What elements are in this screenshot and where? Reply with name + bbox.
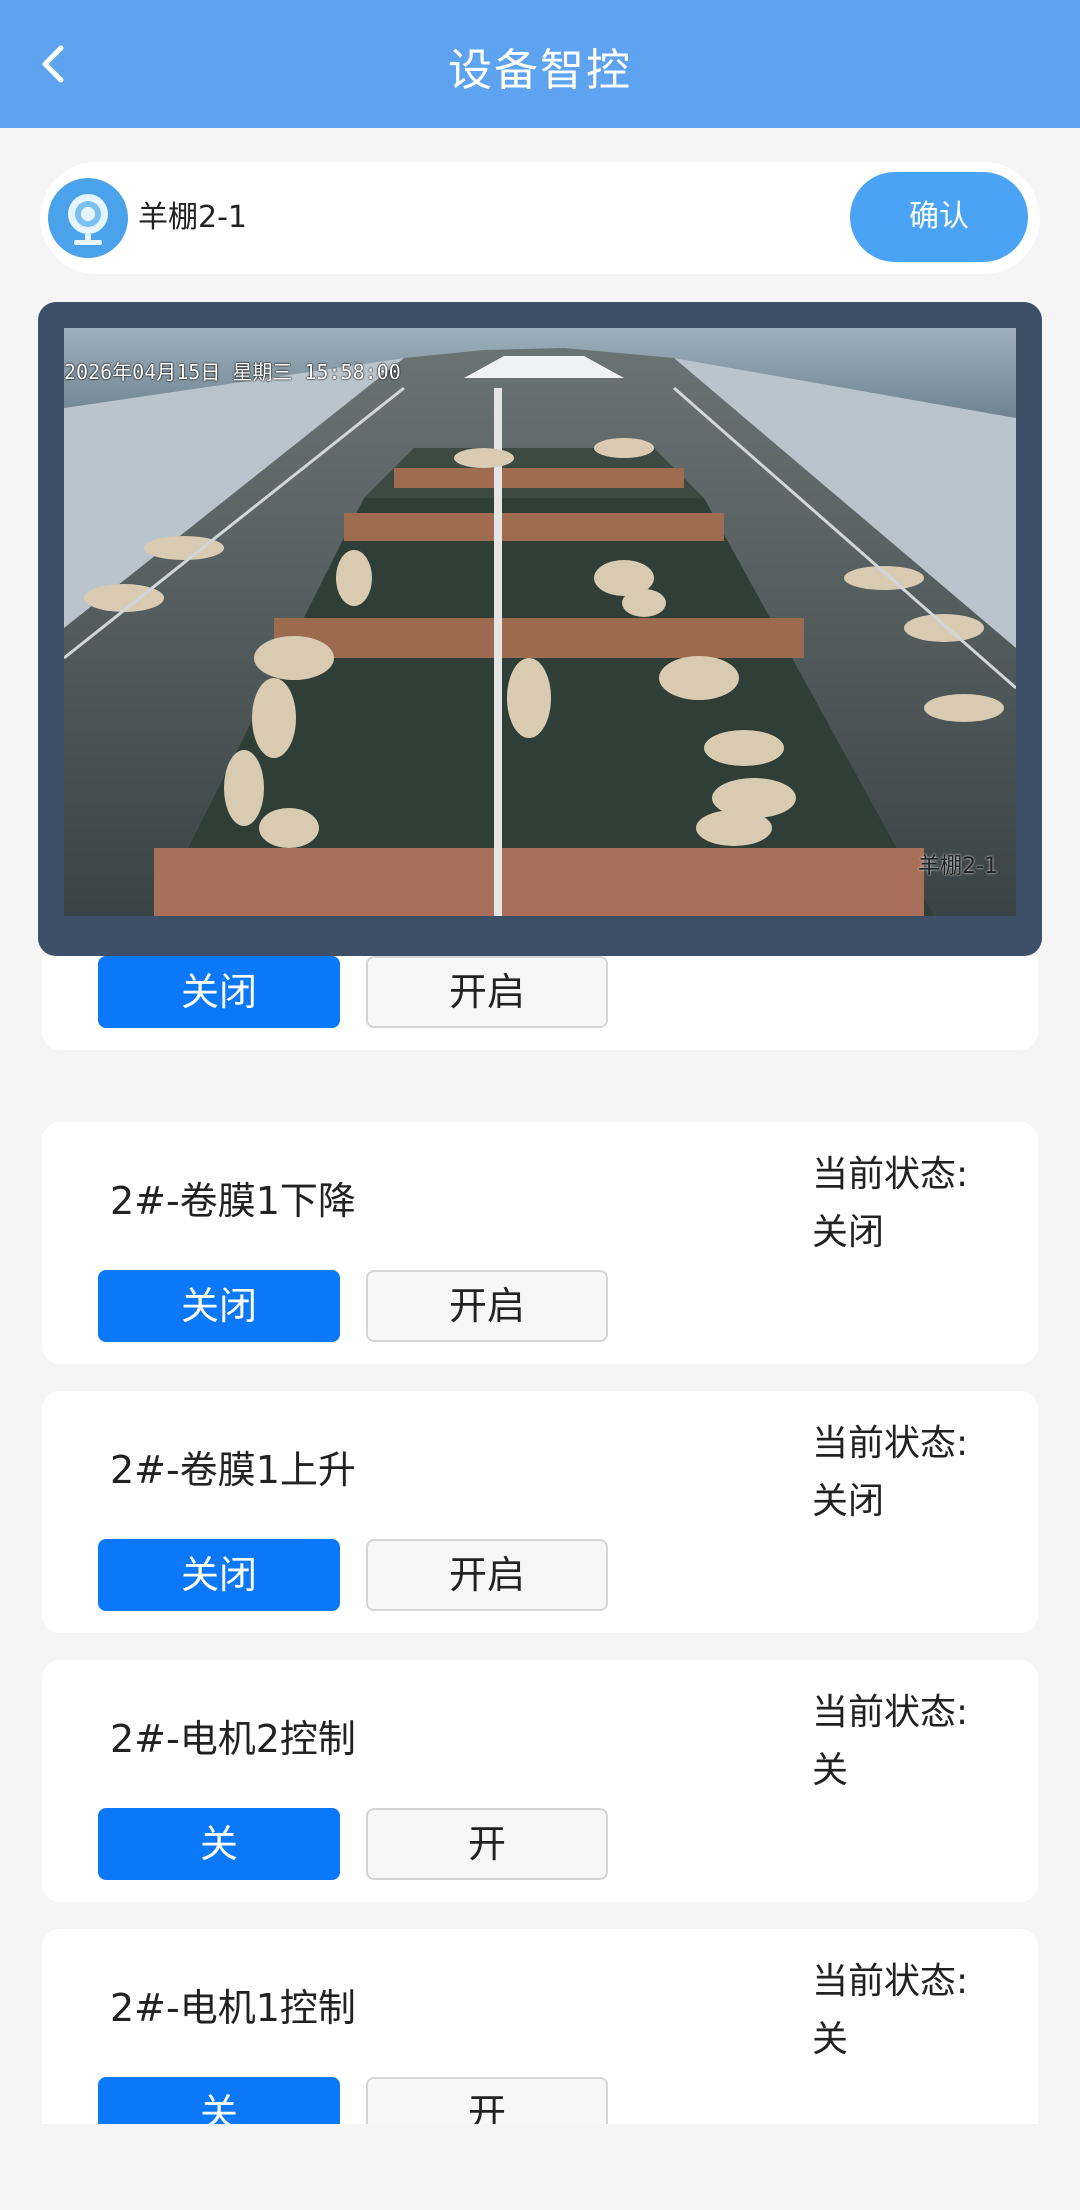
control-card: 2#-卷膜1上升 当前状态: 关闭 关闭 开启 xyxy=(42,1391,1038,1633)
app-header: 设备智控 xyxy=(0,0,1080,128)
video-timestamp: 2026年04月15日 星期三 15:58:00 xyxy=(64,360,401,384)
status-label: 当前状态: xyxy=(812,1961,969,2002)
video-channel-label: 羊棚2-1 xyxy=(918,854,998,879)
off-button[interactable]: 关 xyxy=(98,2077,340,2124)
control-name: 2#-电机2控制 xyxy=(110,1717,356,1761)
on-button[interactable]: 开 xyxy=(366,2077,608,2124)
on-button[interactable]: 开 xyxy=(366,1808,608,1880)
status-value: 关 xyxy=(812,2019,849,2060)
camera-icon xyxy=(48,178,128,258)
control-card: 关闭 开启 xyxy=(42,956,1038,1050)
status-label: 当前状态: xyxy=(812,1154,969,1195)
status-value: 关 xyxy=(812,1750,849,1791)
status-label: 当前状态: xyxy=(812,1423,969,1464)
control-name: 2#-卷膜1上升 xyxy=(110,1448,356,1492)
control-name: 2#-卷膜1下降 xyxy=(110,1179,356,1223)
on-button[interactable]: 开启 xyxy=(366,1539,608,1611)
off-button[interactable]: 关闭 xyxy=(98,1270,340,1342)
status-value: 关闭 xyxy=(812,1481,885,1522)
status-value: 关闭 xyxy=(812,1212,885,1253)
control-card: 2#-电机1控制 当前状态: 关 关 开 xyxy=(42,1929,1038,2124)
on-button[interactable]: 开启 xyxy=(366,1270,608,1342)
control-card: 2#-电机2控制 当前状态: 关 关 开 xyxy=(42,1660,1038,1902)
camera-feed: 2026年04月15日 星期三 15:58:00 羊棚2-1 xyxy=(64,328,1016,916)
status-label: 当前状态: xyxy=(812,1692,969,1733)
on-button[interactable]: 开启 xyxy=(366,956,608,1028)
off-button[interactable]: 关闭 xyxy=(98,956,340,1028)
device-name: 羊棚2-1 xyxy=(138,200,247,235)
control-list[interactable]: 关闭 开启 2#-卷膜1下降 当前状态: 关闭 关闭 开启 2#-卷膜1上升 当… xyxy=(0,956,1080,2124)
confirm-button[interactable]: 确认 xyxy=(850,172,1028,262)
page-title: 设备智控 xyxy=(448,45,632,96)
control-card: 2#-卷膜1下降 当前状态: 关闭 关闭 开启 xyxy=(42,1122,1038,1364)
off-button[interactable]: 关 xyxy=(98,1808,340,1880)
off-button[interactable]: 关闭 xyxy=(98,1539,340,1611)
video-player[interactable]: 2026年04月15日 星期三 15:58:00 羊棚2-1 xyxy=(38,302,1042,956)
barn-feed-image xyxy=(64,328,1016,916)
control-name: 2#-电机1控制 xyxy=(110,1986,356,2030)
device-selector[interactable]: 羊棚2-1 确认 xyxy=(40,162,1040,274)
